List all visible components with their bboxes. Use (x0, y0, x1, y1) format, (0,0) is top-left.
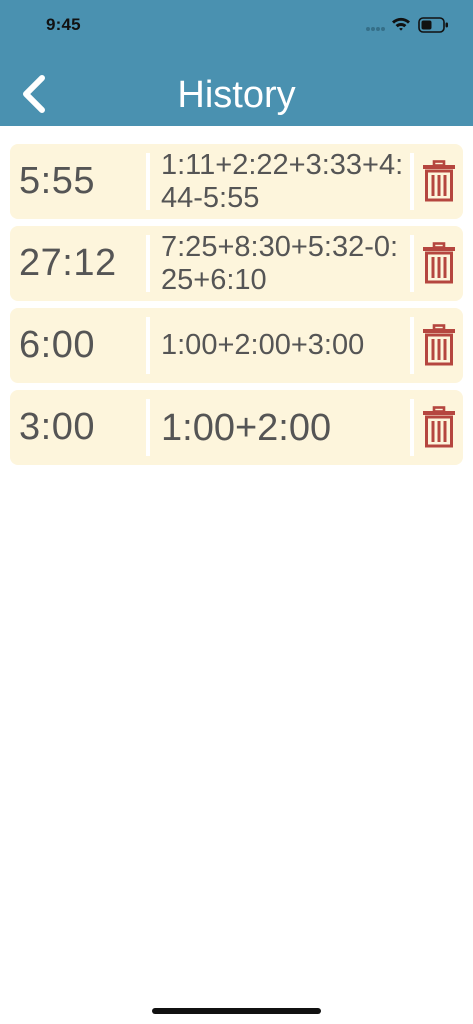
trash-icon (423, 324, 455, 366)
row-divider (410, 153, 414, 210)
history-row[interactable]: 6:00 1:00+2:00+3:00 (10, 308, 463, 383)
row-divider (146, 235, 150, 292)
row-divider (410, 399, 414, 456)
wifi-icon (392, 17, 410, 31)
history-expression: 7:25+8:30+5:32-0:25+6:10 (161, 230, 399, 296)
history-total: 3:00 (19, 406, 95, 448)
delete-button[interactable] (422, 160, 456, 202)
row-divider (146, 317, 150, 374)
battery-icon (418, 17, 448, 33)
trash-icon (423, 160, 455, 202)
page-title: History (177, 74, 296, 116)
row-divider (410, 317, 414, 374)
cellular-signal-icon (366, 26, 386, 32)
trash-icon (423, 406, 455, 448)
delete-button[interactable] (422, 406, 456, 448)
history-row[interactable]: 3:00 1:00+2:00 (10, 390, 463, 465)
row-divider (146, 153, 150, 210)
status-bar-time: 9:45 (46, 15, 81, 34)
history-total: 27:12 (19, 242, 117, 284)
row-divider (410, 235, 414, 292)
delete-button[interactable] (422, 324, 456, 366)
trash-icon (423, 242, 455, 284)
history-total: 6:00 (19, 324, 95, 366)
history-expression: 1:00+2:00 (161, 406, 332, 449)
history-list: 5:55 1:11+2:22+3:33+4:44-5:55 27:12 7:25… (10, 144, 463, 472)
history-expression: 1:00+2:00+3:00 (161, 329, 365, 361)
history-total: 5:55 (19, 160, 95, 202)
navigation-header: 9:45 History (0, 0, 473, 126)
history-row[interactable]: 5:55 1:11+2:22+3:33+4:44-5:55 (10, 144, 463, 219)
row-divider (146, 399, 150, 456)
history-expression: 1:11+2:22+3:33+4:44-5:55 (161, 148, 404, 214)
history-row[interactable]: 27:12 7:25+8:30+5:32-0:25+6:10 (10, 226, 463, 301)
delete-button[interactable] (422, 242, 456, 284)
home-indicator[interactable] (152, 1008, 321, 1014)
